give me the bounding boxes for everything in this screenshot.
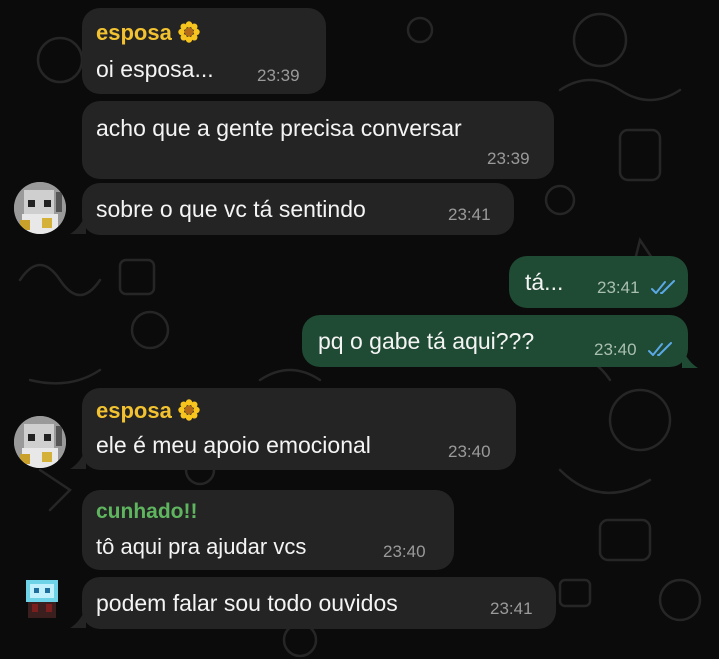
message-text: ele é meu apoio emocional — [96, 432, 371, 458]
message-bubble[interactable]: cunhado!! tô aqui pra ajudar vcs 23:40 — [82, 490, 454, 570]
message-text: pq o gabe tá aqui??? — [318, 328, 535, 354]
avatar[interactable] — [14, 416, 66, 468]
sender-name[interactable]: cunhado!! — [96, 500, 197, 524]
message-text: acho que a gente precisa conversar — [96, 115, 462, 141]
message-bubble[interactable]: acho que a gente precisa conversar 23:39 — [82, 101, 554, 179]
avatar[interactable] — [14, 182, 66, 234]
message-text: sobre o que vc tá sentindo — [96, 196, 366, 222]
message-text: tô aqui pra ajudar vcs — [96, 534, 307, 559]
bubble-tail — [682, 348, 698, 368]
message-bubble[interactable]: pq o gabe tá aqui??? 23:40 — [302, 315, 688, 367]
message-text: tá... — [525, 269, 564, 295]
message-time: 23:39 — [487, 149, 530, 168]
sender-name-text: esposa — [96, 398, 172, 423]
message-bubble[interactable]: esposa ele é meu apoio emocional 23:40 — [82, 388, 516, 470]
message-time: 23:40 — [448, 442, 491, 461]
message-bubble[interactable]: esposa oi esposa... 23:39 — [82, 8, 326, 94]
sunflower-icon — [178, 399, 200, 427]
double-check-icon — [651, 280, 675, 294]
message-time: 23:41 — [490, 599, 533, 618]
message-bubble[interactable]: sobre o que vc tá sentindo 23:41 — [82, 183, 514, 235]
message-time: 23:39 — [257, 66, 300, 85]
message-bubble[interactable]: podem falar sou todo ouvidos 23:41 — [82, 577, 556, 629]
message-time: 23:41 — [448, 205, 491, 224]
message-time: 23:41 — [597, 278, 640, 297]
message-time: 23:40 — [383, 542, 426, 561]
avatar[interactable] — [22, 578, 62, 618]
sender-name[interactable]: esposa — [96, 398, 200, 427]
message-text: podem falar sou todo ouvidos — [96, 590, 398, 616]
message-bubble[interactable]: tá... 23:41 — [509, 256, 688, 308]
message-text: oi esposa... — [96, 56, 214, 82]
double-check-icon — [648, 342, 672, 356]
message-time: 23:40 — [594, 340, 637, 359]
sender-name-text: esposa — [96, 20, 172, 45]
sunflower-icon — [178, 21, 200, 49]
sender-name[interactable]: esposa — [96, 20, 200, 49]
